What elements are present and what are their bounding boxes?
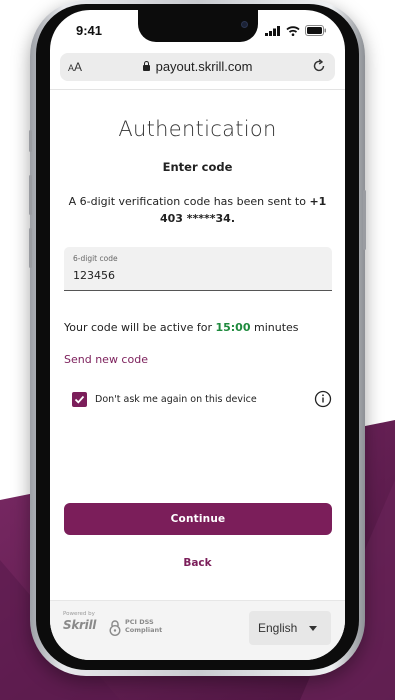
signal-icon [265,25,280,36]
phone-screen: 9:41 AA payout.skrill.com Authentication… [50,10,345,660]
skrill-logo: Skrill [63,618,97,632]
notch [138,10,258,42]
reload-icon[interactable] [311,58,327,74]
code-input-value[interactable]: 123456 [73,269,115,282]
pci-compliance-badge: PCI DSS Compliant [125,618,163,634]
code-input-label: 6-digit code [73,254,118,263]
back-button[interactable]: Back [50,557,345,569]
verification-info-text: A 6-digit verification code has been sen… [68,195,327,225]
volume-down-button [29,228,32,268]
status-time: 9:41 [76,23,103,38]
battery-icon [305,25,326,36]
continue-button[interactable]: Continue [64,503,332,535]
url-display[interactable]: payout.skrill.com [60,59,335,74]
url-text: payout.skrill.com [155,59,253,74]
code-active-text: Your code will be active for 15:00 minut… [64,321,299,334]
send-new-code-link[interactable]: Send new code [64,353,148,366]
powered-by-label: Powered by [63,611,95,617]
checkmark-icon [74,395,85,404]
language-select-value: English [258,621,298,635]
camera [241,21,248,28]
wifi-icon [286,25,300,36]
shield-lock-icon [109,620,121,637]
lock-icon [142,61,150,71]
language-select[interactable]: English [249,611,331,645]
volume-up-button [29,175,32,215]
code-input-field[interactable]: 6-digit code 123456 [64,247,332,291]
footer: Powered by Skrill PCI DSS Compliant Engli… [50,600,345,660]
remember-device-label[interactable]: Don't ask me again on this device [95,394,257,405]
power-button [363,190,366,250]
page-title: Authentication [118,117,277,141]
info-icon[interactable] [314,390,332,408]
page-subtitle: Enter code [162,160,233,174]
remember-device-checkbox[interactable] [72,392,87,407]
status-icons [265,25,327,36]
caret-down-icon [309,626,317,631]
header-divider [50,89,345,90]
countdown-timer: 15:00 [215,321,251,334]
mute-switch [29,130,32,152]
browser-address-bar[interactable]: AA payout.skrill.com [60,53,335,81]
